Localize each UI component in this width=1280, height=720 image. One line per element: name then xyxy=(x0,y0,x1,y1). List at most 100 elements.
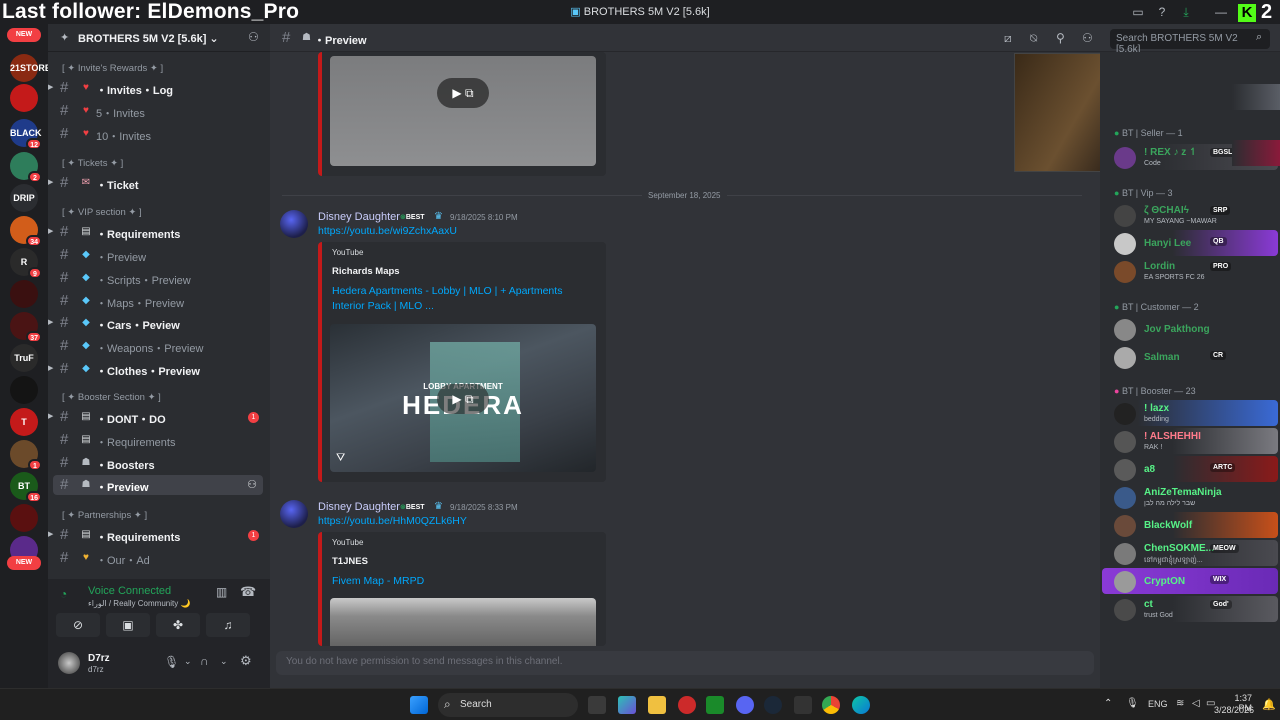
message-avatar[interactable] xyxy=(280,500,308,528)
server-icon[interactable]: 37 xyxy=(10,312,42,343)
member-item[interactable]: ! lazx bedding xyxy=(1102,400,1278,426)
channel-item[interactable]: ▶ # ◆ ・Cars・Peview xyxy=(48,313,263,333)
user-avatar[interactable] xyxy=(58,652,80,674)
channel-category[interactable]: [ ✦ Booster Section ✦ ] xyxy=(62,392,161,403)
member-item[interactable]: ChenSOKME... នៅកម្ពុជាខ្ញុំស្រឡាញ់... MEOW xyxy=(1102,540,1278,566)
video-thumbnail[interactable]: LOBBY APARTMENT HEDERA ▶ ⧉ ⛛ xyxy=(330,324,596,472)
minimize-icon[interactable]: — xyxy=(1214,5,1228,19)
voice-status[interactable]: Voice Connected xyxy=(88,585,171,597)
message-author[interactable]: Disney Daughter xyxy=(318,501,400,513)
server-icon[interactable]: 1 xyxy=(10,440,42,471)
video-thumbnail[interactable] xyxy=(330,598,596,646)
channel-item[interactable]: ▶ # ▤ ・DONT・DO 1 xyxy=(48,407,263,427)
message-avatar[interactable] xyxy=(280,210,308,238)
server-icon[interactable]: 2 xyxy=(10,152,42,183)
app-icon-2[interactable] xyxy=(794,696,812,714)
member-item[interactable]: ! ALSHEHHI RAK ! xyxy=(1102,428,1278,454)
voice-activity-icon[interactable]: ▥ xyxy=(216,585,227,599)
terminal-icon[interactable] xyxy=(706,696,724,714)
server-icon[interactable] xyxy=(10,376,38,404)
language-indicator[interactable]: ENG xyxy=(1148,699,1168,709)
embed-title[interactable]: Hedera Apartments - Lobby | MLO | + Apar… xyxy=(332,284,582,314)
tray-chevron-icon[interactable]: ⌃ xyxy=(1104,698,1112,709)
channel-item[interactable]: # ♥ ・Our・Ad xyxy=(53,548,263,568)
member-item[interactable]: ζ ΘCHAIϟ MY SAYANG ~MAWAR SRP xyxy=(1102,202,1278,228)
add-member-icon[interactable]: ⚇ xyxy=(248,30,259,44)
edge-icon[interactable] xyxy=(852,696,870,714)
soundboard-button[interactable]: ♫ xyxy=(206,613,250,637)
video-thumbnail[interactable]: ▶ ⧉ xyxy=(330,56,596,166)
invite-icon[interactable]: ⚇ xyxy=(247,478,257,491)
server-icon[interactable]: 21STORE xyxy=(10,54,51,82)
camera-button[interactable]: ⊘ xyxy=(56,613,100,637)
member-list-icon[interactable]: ⚇ xyxy=(1082,31,1093,45)
channel-category[interactable]: [ ✦ Partnerships ✦ ] xyxy=(62,510,147,521)
channel-item[interactable]: ▶ # ✉ ・Ticket xyxy=(48,173,263,193)
server-header[interactable]: ✦ BROTHERS 5M V2 [5.6k] ⌄ ⚇ xyxy=(48,24,270,52)
chrome-icon[interactable] xyxy=(822,696,840,714)
server-icon[interactable] xyxy=(10,84,38,112)
channel-category[interactable]: [ ✦ Tickets ✦ ] xyxy=(62,158,123,169)
server-icon[interactable]: BT 16 xyxy=(10,472,42,503)
notifications-muted-icon[interactable]: ⍉ xyxy=(1030,31,1037,46)
file-explorer-icon[interactable] xyxy=(648,696,666,714)
channel-item[interactable]: # ♥ 5・Invites xyxy=(53,101,263,121)
server-icon[interactable]: T xyxy=(10,408,38,436)
copilot-icon[interactable] xyxy=(618,696,636,714)
task-view-icon[interactable] xyxy=(588,696,606,714)
member-item[interactable]: Lordin EA SPORTS FC 26 PRO xyxy=(1102,258,1278,284)
inbox-icon[interactable]: ▭ xyxy=(1131,5,1145,19)
channel-item[interactable]: ▶ # ▤ ・Requirements 1 xyxy=(48,525,263,545)
play-button[interactable]: ▶ ⧉ xyxy=(437,78,489,108)
channel-category[interactable]: [ ✦ Invite's Rewards ✦ ] xyxy=(62,63,163,74)
help-icon[interactable]: ? xyxy=(1155,5,1169,19)
steam-icon[interactable] xyxy=(764,696,782,714)
member-item[interactable]: AniZeTemaNinja שבר לילה מה לבן xyxy=(1102,484,1278,510)
server-icon[interactable] xyxy=(10,280,38,308)
mic-chevron-icon[interactable]: ⌄ xyxy=(184,656,192,667)
embed-title[interactable]: Fivem Map - MRPD xyxy=(332,574,582,589)
mic-tray-icon[interactable]: 🎙 xyxy=(1126,698,1139,709)
server-icon[interactable]: TruF xyxy=(10,344,38,372)
discord-taskbar-icon[interactable] xyxy=(736,696,754,714)
server-name[interactable]: BROTHERS 5M V2 [5.6k] ⌄ xyxy=(78,32,219,45)
channel-item[interactable]: ▶ # ♥ ・Invites・Log xyxy=(48,78,263,98)
message-link[interactable]: https://youtu.be/HhM0QZLk6HY xyxy=(318,515,467,527)
download-icon[interactable]: ⤓ xyxy=(1179,5,1193,19)
channel-item[interactable]: # ◆ ・Weapons・Preview xyxy=(53,336,263,356)
message-link[interactable]: https://youtu.be/wi9ZchxAaxU xyxy=(318,225,457,237)
wifi-icon[interactable]: ≋ xyxy=(1176,698,1184,709)
member-item[interactable]: Jov Pakthong xyxy=(1102,316,1278,342)
activities-button[interactable]: ✤ xyxy=(156,613,200,637)
channel-item[interactable]: # ◆ ・Scripts・Preview xyxy=(53,268,263,288)
server-icon[interactable]: 34 xyxy=(10,216,42,247)
headphone-chevron-icon[interactable]: ⌄ xyxy=(220,656,228,667)
channel-item[interactable]: # ◆ ・Preview xyxy=(53,245,263,265)
screen-share-button[interactable]: ▣ xyxy=(106,613,150,637)
volume-icon[interactable]: ◁ xyxy=(1192,698,1200,709)
channel-item[interactable]: ▶ # ◆ ・Clothes・Preview xyxy=(48,359,263,379)
voice-channel[interactable]: الوراء / Really Community 🌙 xyxy=(88,599,190,608)
channel-item[interactable]: # ☗ ・Preview ⚇ xyxy=(53,475,263,495)
threads-icon[interactable]: ⧄ xyxy=(1004,31,1012,46)
server-icon[interactable]: BLACK 12 xyxy=(10,119,42,150)
settings-gear-icon[interactable]: ⚙ xyxy=(240,653,252,669)
message-author[interactable]: Disney Daughter xyxy=(318,211,400,223)
taskbar-search-box[interactable]: ⌕ Search xyxy=(438,693,578,717)
channel-item[interactable]: # ◆ ・Maps・Preview xyxy=(53,291,263,311)
channel-item[interactable]: # ♥ 10・Invites xyxy=(53,124,263,144)
notification-bell-icon[interactable]: 🔔 xyxy=(1262,698,1276,711)
member-item[interactable]: BlackWolf xyxy=(1102,512,1278,538)
pin-icon[interactable]: ⚲ xyxy=(1056,31,1065,45)
channel-category[interactable]: [ ✦ VIP section ✦ ] xyxy=(62,207,142,218)
embed-author[interactable]: Richards Maps xyxy=(332,266,400,277)
headphones-icon[interactable]: ∩ xyxy=(200,654,209,668)
clock-date[interactable]: 3/28/2026 xyxy=(1214,705,1254,715)
channel-item[interactable]: ▶ # ▤ ・Requirements xyxy=(48,222,263,242)
channel-item[interactable]: # ☗ ・Boosters xyxy=(53,453,263,473)
server-icon[interactable] xyxy=(10,504,38,532)
member-item[interactable]: Hanyi Lee QB xyxy=(1102,230,1278,256)
search-input[interactable]: Search BROTHERS 5M V2 [5.6k] xyxy=(1110,29,1270,55)
play-button[interactable]: ▶ ⧉ xyxy=(437,384,489,414)
member-item[interactable]: ct trust God God' xyxy=(1102,596,1278,622)
